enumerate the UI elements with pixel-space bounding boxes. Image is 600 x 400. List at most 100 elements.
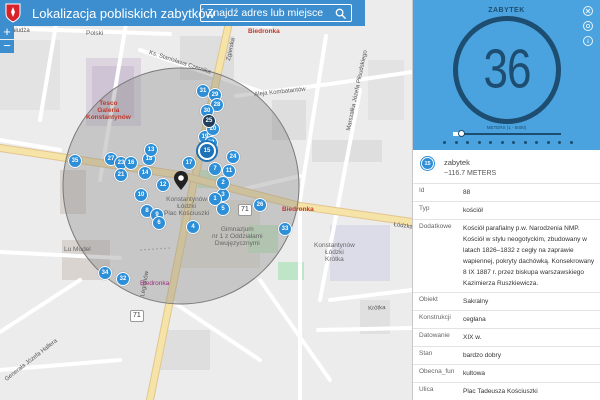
monument-marker[interactable]: 16 <box>124 156 138 170</box>
page-dot[interactable] <box>523 141 527 144</box>
monument-marker[interactable]: 17 <box>182 156 196 170</box>
poi-konstantynow-krotka: Konstantynów Łódzki Krótka <box>314 242 355 263</box>
poi-biedronka-top: Biedronka <box>248 28 280 35</box>
poi-gimnazjum: Gimnazjum nr 1 z Oddziałami Dwujęzycznym… <box>212 226 263 247</box>
attribute-value: kościół <box>463 207 483 214</box>
attribute-row: Datowanie XIX w. <box>413 329 600 347</box>
radius-slider-label: METERS (1 - 5000) <box>486 125 527 130</box>
attribute-row: Ulica Plac Tadeusza Kościuszki <box>413 383 600 400</box>
monument-marker[interactable]: 6 <box>152 216 166 230</box>
page-dot[interactable] <box>512 141 516 144</box>
attribute-table: Id 88 Typ kościół Dodatkowe Kościół parafia… <box>413 184 600 400</box>
street-label: Krótka <box>368 305 386 312</box>
radius-slider[interactable] <box>453 130 561 137</box>
monument-panel: ZABYTEK 36 METERS (1 - 5000) 15 zabytek … <box>412 0 600 400</box>
road-number: 71 <box>130 310 144 322</box>
item-type: zabytek <box>444 158 470 167</box>
monument-marker[interactable]: 1 <box>208 192 222 206</box>
monument-marker[interactable]: 21 <box>114 168 128 182</box>
close-button[interactable] <box>583 6 593 16</box>
monument-marker[interactable]: 32 <box>116 272 130 286</box>
monument-marker[interactable]: 12 <box>156 178 170 192</box>
info-button[interactable] <box>583 36 593 46</box>
attribute-value: Sakralny <box>463 298 489 305</box>
page-dot[interactable] <box>466 141 470 144</box>
page-dot[interactable] <box>489 141 493 144</box>
attribute-value: bardzo dobry <box>463 352 501 359</box>
attribute-key: Obecna_fun <box>419 368 455 375</box>
zoom-out-button[interactable]: − <box>0 39 14 53</box>
page-dot[interactable] <box>546 141 550 144</box>
monument-marker[interactable]: 33 <box>278 222 292 236</box>
monument-marker[interactable]: 13 <box>144 143 158 157</box>
monument-marker[interactable]: 4 <box>186 220 200 234</box>
attribute-key: Typ <box>419 205 430 212</box>
attribute-row: Dodatkowe Kościół parafialny p.w. Narodze… <box>413 220 600 293</box>
search-box[interactable]: Znajdź adres lub miejsce <box>200 4 352 22</box>
attribute-key: Stan <box>419 350 433 357</box>
page-indicator <box>443 141 573 144</box>
panel-header: ZABYTEK 36 METERS (1 - 5000) <box>413 0 600 150</box>
monument-marker[interactable]: 10 <box>134 188 148 202</box>
attribute-key: Dodatkowe <box>419 223 452 230</box>
attribute-value: cegłana <box>463 316 486 323</box>
monument-marker[interactable]: 25 <box>202 114 216 128</box>
page-dot[interactable] <box>558 141 562 144</box>
crosshair-icon <box>585 23 591 29</box>
selected-monument-marker[interactable]: 15 <box>198 142 216 160</box>
info-icon <box>587 38 589 43</box>
attribute-key: Id <box>419 187 425 194</box>
monument-marker[interactable]: 26 <box>253 198 267 212</box>
zoom-controls: + − <box>0 25 14 53</box>
attribute-row: Obiekt Sakralny <box>413 293 600 311</box>
search-icon[interactable] <box>335 8 346 19</box>
attribute-value: XIX w. <box>463 334 482 341</box>
attribute-value: 88 <box>463 189 471 196</box>
app-root: Biedronka Biedronka Biedronka Tesco Gale… <box>0 0 600 400</box>
attribute-row: Id 88 <box>413 184 600 202</box>
coat-of-arms-icon <box>0 0 26 26</box>
app-header: Lokalizacja pobliskich zabytków Znajdź a… <box>0 0 365 26</box>
poi-tesco: Tesco Galeria Konstantynów <box>86 100 131 121</box>
monument-marker[interactable]: 24 <box>226 150 240 164</box>
locate-button[interactable] <box>583 21 593 31</box>
attribute-key: Konstrukcji <box>419 314 451 321</box>
selected-item-header[interactable]: 15 zabytek ~116.7 METERS <box>413 150 600 184</box>
item-distance: ~116.7 METERS <box>444 170 497 177</box>
attribute-key: Ulica <box>419 386 434 393</box>
attribute-value: Plac Tadeusza Kościuszki <box>463 388 538 395</box>
page-dot[interactable] <box>454 141 458 144</box>
attribute-value: kultowa <box>463 370 486 377</box>
monument-marker[interactable]: 7 <box>208 162 222 176</box>
attribute-value: Kościół parafialny p.w. Narodzenia NMP. … <box>463 225 595 287</box>
panel-title: ZABYTEK <box>488 7 525 14</box>
attribute-row: Obecna_fun kultowa <box>413 365 600 383</box>
attribute-row: Stan bardzo dobry <box>413 347 600 365</box>
page-dot[interactable] <box>500 141 504 144</box>
search-input[interactable]: Znajdź adres lub miejsce <box>207 7 323 19</box>
page-dot[interactable] <box>443 141 446 144</box>
attribute-row: Typ kościół <box>413 202 600 220</box>
monument-marker[interactable]: 35 <box>68 154 82 168</box>
app-title: Lokalizacja pobliskich zabytków <box>32 5 215 21</box>
page-dot[interactable] <box>477 141 481 144</box>
monument-marker[interactable]: 2 <box>216 176 230 190</box>
monument-marker[interactable]: 11 <box>222 164 236 178</box>
radius-slider-handle[interactable] <box>458 130 466 137</box>
monument-marker[interactable]: 14 <box>138 166 152 180</box>
attribute-key: Obiekt <box>419 296 438 303</box>
monument-marker[interactable]: 34 <box>98 266 112 280</box>
poi-polski: Polski <box>86 30 104 37</box>
result-count: 36 <box>483 38 532 100</box>
poi-lu-model: Lu Model <box>64 246 91 253</box>
page-dot[interactable] <box>535 141 539 144</box>
poi-biedronka-right: Biedronka <box>282 206 314 213</box>
road-number: 71 <box>238 204 252 216</box>
attribute-row: Konstrukcji cegłana <box>413 311 600 329</box>
page-dot[interactable] <box>569 141 573 144</box>
poi-plac-kosciuszki: Konstantynów Łódzki Plac Kościuszki <box>164 196 210 217</box>
result-count-ring: 36 <box>453 16 561 124</box>
attribute-key: Datowanie <box>419 332 450 339</box>
close-icon <box>585 8 591 14</box>
item-number-badge: 15 <box>421 157 434 170</box>
